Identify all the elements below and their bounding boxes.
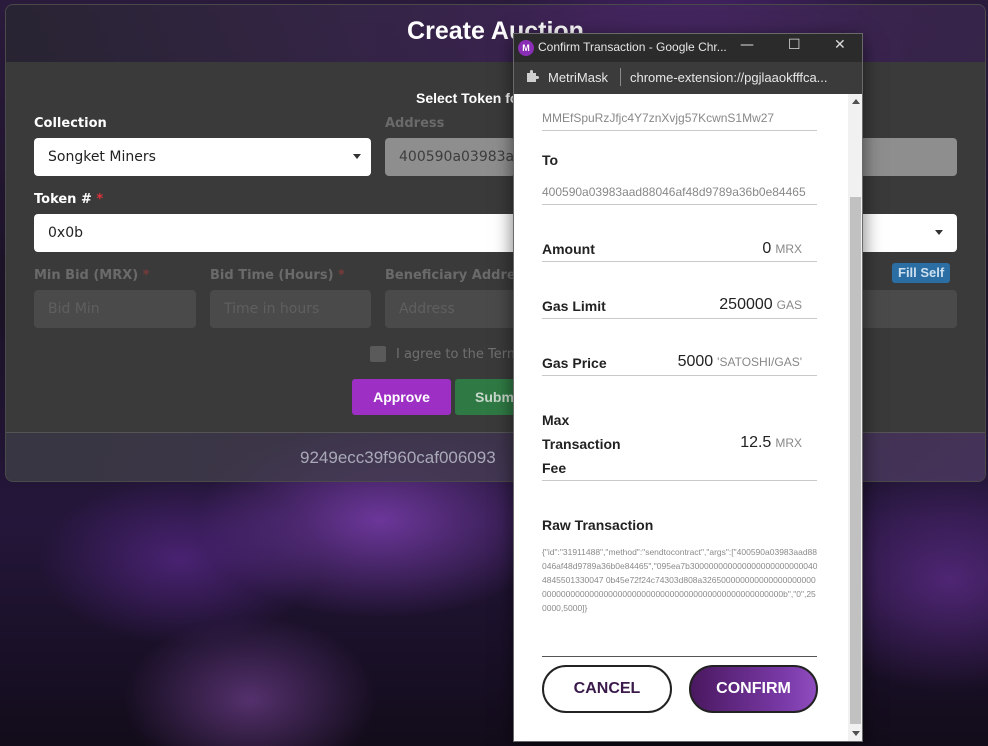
scroll-up-icon[interactable] [852, 99, 860, 104]
scroll-down-icon[interactable] [852, 731, 860, 736]
address-field-tail [863, 138, 957, 176]
amount-label: Amount [542, 241, 595, 257]
scroll-thumb[interactable] [850, 197, 861, 724]
section-title: Select Token fo [416, 90, 519, 106]
beneficiary-input-tail[interactable] [863, 290, 957, 328]
min-bid-input[interactable]: Bid Min [34, 290, 196, 328]
maximize-icon[interactable]: ☐ [788, 37, 801, 53]
max-fee-label-line3: Fee [542, 460, 567, 476]
divider [542, 204, 817, 205]
divider [542, 480, 817, 481]
beneficiary-input[interactable]: Address [385, 290, 515, 328]
puzzle-piece-icon [525, 69, 539, 87]
raw-transaction-label: Raw Transaction [542, 517, 654, 533]
footer-hash: 9249ecc39f960caf006093 [300, 448, 496, 467]
terms-checkbox[interactable] [370, 346, 386, 362]
max-fee-value: 12.5 MRX [740, 434, 802, 451]
metrimask-logo-icon: M [518, 40, 534, 56]
token-select-tail[interactable] [863, 214, 957, 252]
token-select[interactable]: 0x0b [34, 214, 515, 252]
address-label: Address [385, 116, 445, 131]
fill-self-button[interactable]: Fill Self [892, 263, 951, 283]
divider [542, 130, 817, 131]
to-label: To [542, 152, 559, 168]
extension-url[interactable]: chrome-extension://pgjlaaokfffca... [630, 70, 855, 85]
terms-label: I agree to the Term [396, 347, 520, 362]
cancel-button[interactable]: CANCEL [542, 665, 672, 713]
collection-label: Collection [34, 116, 107, 131]
token-label: Token # * [34, 192, 104, 207]
collection-select[interactable]: Songket Miners [34, 138, 371, 176]
divider [542, 261, 817, 262]
minimize-icon[interactable]: — [740, 37, 754, 53]
max-fee-label-line2: Transaction [542, 436, 621, 452]
close-icon[interactable]: ✕ [834, 37, 846, 53]
max-fee-label-line1: Max [542, 412, 570, 428]
popup-scrollbar[interactable] [848, 94, 862, 741]
confirm-transaction-window: M Confirm Transaction - Google Chr... — … [513, 33, 863, 742]
address-field[interactable]: 400590a03983aad [385, 138, 515, 176]
confirm-button[interactable]: CONFIRM [689, 665, 818, 713]
divider [542, 318, 817, 319]
caret-down-icon [935, 230, 943, 235]
raw-transaction-text: {"id":"31911488","method":"sendtocontrac… [542, 547, 818, 613]
window-title: Confirm Transaction - Google Chr... [538, 40, 727, 54]
beneficiary-label: Beneficiary Address [385, 268, 532, 283]
divider [542, 656, 817, 657]
to-address: 400590a03983aad88046af48d9789a36b0e84465 [542, 185, 806, 199]
transaction-details: MMEfSpuRzJfjc4Y7znXvjg57KcwnS1Mw27 To 40… [514, 94, 848, 741]
bid-time-label: Bid Time (Hours) * [210, 268, 345, 283]
gas-limit-label: Gas Limit [542, 298, 606, 314]
divider [542, 375, 817, 376]
min-bid-label: Min Bid (MRX) * [34, 268, 150, 283]
extension-name: MetriMask [548, 70, 608, 85]
window-titlebar: M Confirm Transaction - Google Chr... — … [514, 34, 862, 62]
caret-down-icon [353, 154, 361, 159]
gas-limit-value: 250000 GAS [719, 296, 802, 313]
token-value: 0x0b [48, 225, 83, 241]
approve-button[interactable]: Approve [352, 379, 451, 415]
address-value: 400590a03983aad [399, 149, 515, 165]
gas-price-label: Gas Price [542, 355, 607, 371]
amount-value: 0 MRX [762, 240, 802, 257]
gas-price-value: 5000 'SATOSHI/GAS' [677, 353, 802, 370]
collection-value: Songket Miners [48, 149, 156, 165]
extension-url-bar: MetriMask chrome-extension://pgjlaaokfff… [514, 62, 862, 94]
bid-time-input[interactable]: Time in hours [210, 290, 371, 328]
from-address: MMEfSpuRzJfjc4Y7znXvjg57KcwnS1Mw27 [542, 111, 775, 125]
url-separator [620, 68, 621, 86]
